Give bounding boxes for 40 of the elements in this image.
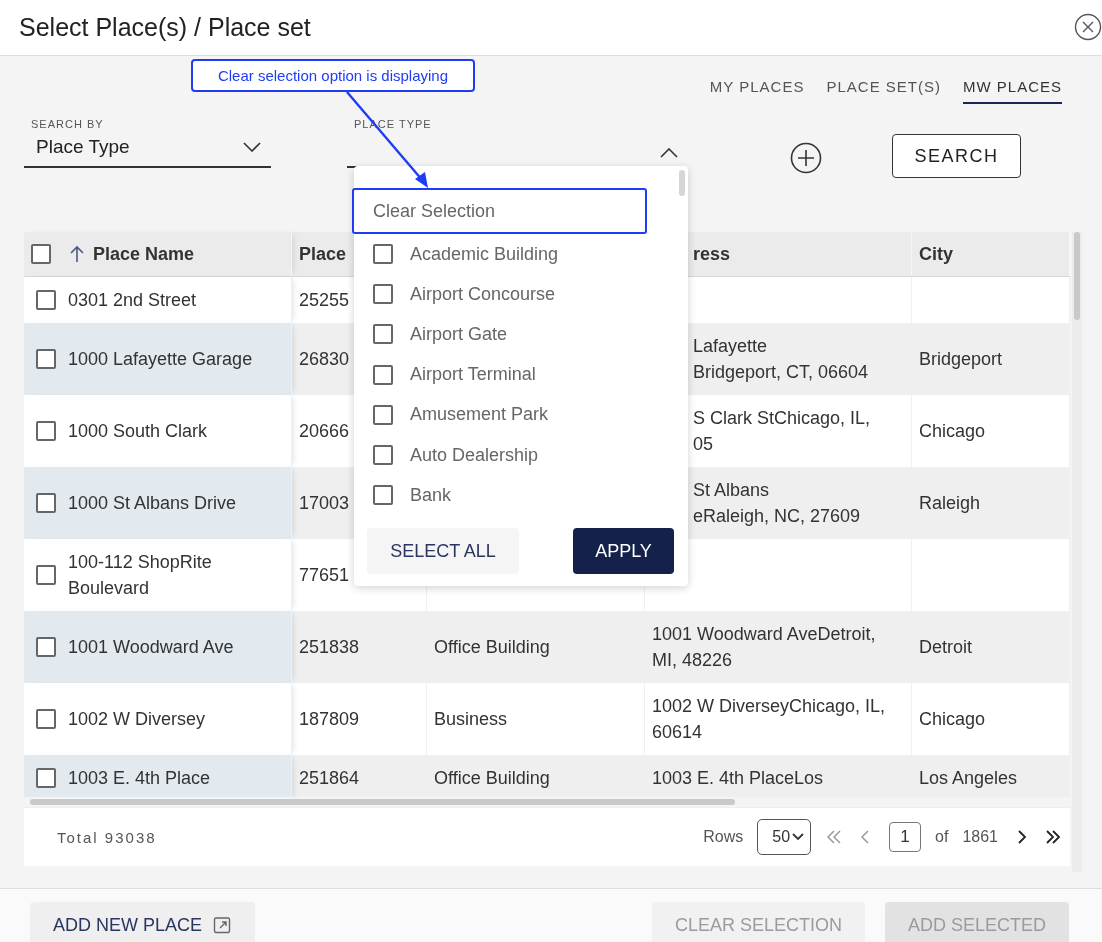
place-name: 1003 E. 4th Place (68, 767, 211, 790)
place-name: 100-112 ShopRite Boulevard (68, 551, 213, 600)
place-name: 1000 St Albans Drive (68, 492, 237, 515)
table-cell-text: Office Building (434, 636, 550, 659)
table-cell-text: Business (434, 708, 508, 731)
table-cell-text: Los Angeles (919, 767, 1018, 790)
place-name: 1000 Lafayette Garage (68, 348, 253, 371)
table-cell-text: Chicago (919, 420, 986, 443)
table-cell-text: 1003 E. 4th PlaceLos (652, 767, 824, 790)
table-cell-text: Chicago (919, 708, 986, 731)
place-name: 1001 Woodward Ave (68, 636, 234, 659)
table-cell-text: 187809 (299, 708, 360, 731)
rows-label: Rows (703, 828, 744, 846)
table-cell-text: 251864 (299, 767, 360, 790)
place-name: 1000 South Clark (68, 420, 208, 443)
table-cell-text: S Clark StChicago, IL, 05 (693, 407, 871, 456)
table-cell-text: Lafayette Bridgeport, CT, 06604 (693, 335, 869, 384)
place-name: 0301 2nd Street (68, 289, 197, 312)
table-cell-text: Raleigh (919, 492, 981, 515)
table-cell-text: 1002 W DiverseyChicago, IL, 60614 (652, 695, 887, 744)
place-name: 1002 W Diversey (68, 708, 206, 731)
dialog-title: Select Place(s) / Place set (19, 13, 311, 42)
table-cell-text: 20666 (299, 420, 350, 443)
field-value: Place Type (36, 136, 130, 158)
table-cell-text: St Albans eRaleigh, NC, 27609 (693, 479, 861, 528)
table-cell-text: 251838 (299, 636, 360, 659)
table-cell-text: Office Building (434, 767, 550, 790)
table-cell-text: 77651 (299, 564, 350, 587)
table-cell-text: 1001 Woodward AveDetroit, MI, 48226 (652, 623, 877, 672)
table-cell-text: 17003 (299, 492, 350, 515)
of-label: of (935, 828, 949, 846)
total-count: Total 93038 (57, 828, 157, 846)
field-label: SEARCH BY (30, 118, 105, 130)
table-cell-text: Bridgeport (919, 348, 1003, 371)
table-cell-text: 26830 (299, 348, 350, 371)
rows-value: 50 (772, 828, 791, 846)
page-count: 1861 (962, 828, 998, 846)
table-cell-text: Detroit (919, 636, 972, 659)
annotation-callout: Clear selection option is displaying (191, 59, 475, 92)
table-cell-text: 25255 (299, 289, 350, 312)
